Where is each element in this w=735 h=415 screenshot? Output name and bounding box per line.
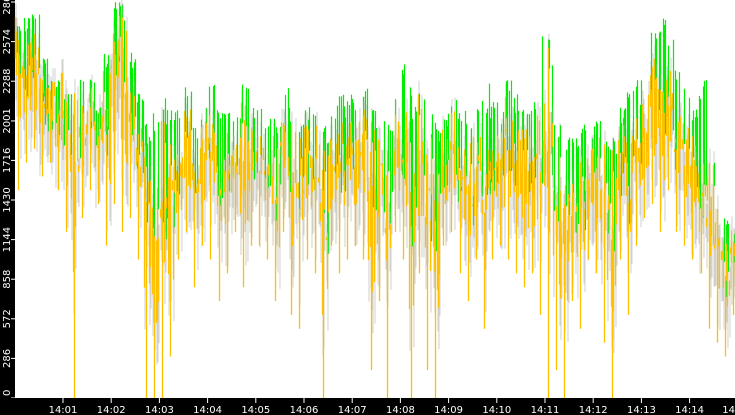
x-tick-label: 14:13 (627, 405, 656, 415)
chart: 0 286 572 858 1144 1430 1716 2001 2288 2574 2860 1… (0, 0, 735, 415)
x-tick-label: 14:07 (338, 405, 367, 415)
x-tick-label: 14:12 (579, 405, 608, 415)
y-tick-label: 1144 (2, 227, 13, 252)
y-tick-label: 0 (2, 390, 13, 396)
y-tick-label: 2288 (2, 68, 13, 93)
y-tick-label: 1430 (2, 187, 13, 212)
y-tick-label: 2574 (2, 29, 13, 54)
x-tick-label: 14:02 (97, 405, 126, 415)
x-tick-label: 14:06 (290, 405, 319, 415)
y-tick-label: 858 (2, 270, 13, 289)
x-tick-label: 14:09 (434, 405, 463, 415)
y-tick-label: 2860 (2, 0, 13, 15)
x-tick-label: 14:03 (145, 405, 174, 415)
x-tick-label: 14:11 (531, 405, 560, 415)
x-tick-label: 14:04 (193, 405, 222, 415)
y-axis: 0 286 572 858 1144 1430 1716 2001 2288 2574 2860 (2, 0, 15, 399)
x-tick-label: 14:08 (386, 405, 415, 415)
x-tick-label: 14:05 (241, 405, 270, 415)
x-tick-label: 14:01 (49, 405, 78, 415)
y-tick-label: 2001 (2, 108, 13, 133)
y-tick-label: 1716 (2, 148, 13, 173)
x-tick-label: 14:14 (675, 405, 704, 415)
y-tick-label: 286 (2, 349, 13, 368)
x-tick-label: 14:10 (482, 405, 511, 415)
x-tick-label: 14 (722, 405, 735, 415)
y-tick-label: 572 (2, 309, 13, 328)
